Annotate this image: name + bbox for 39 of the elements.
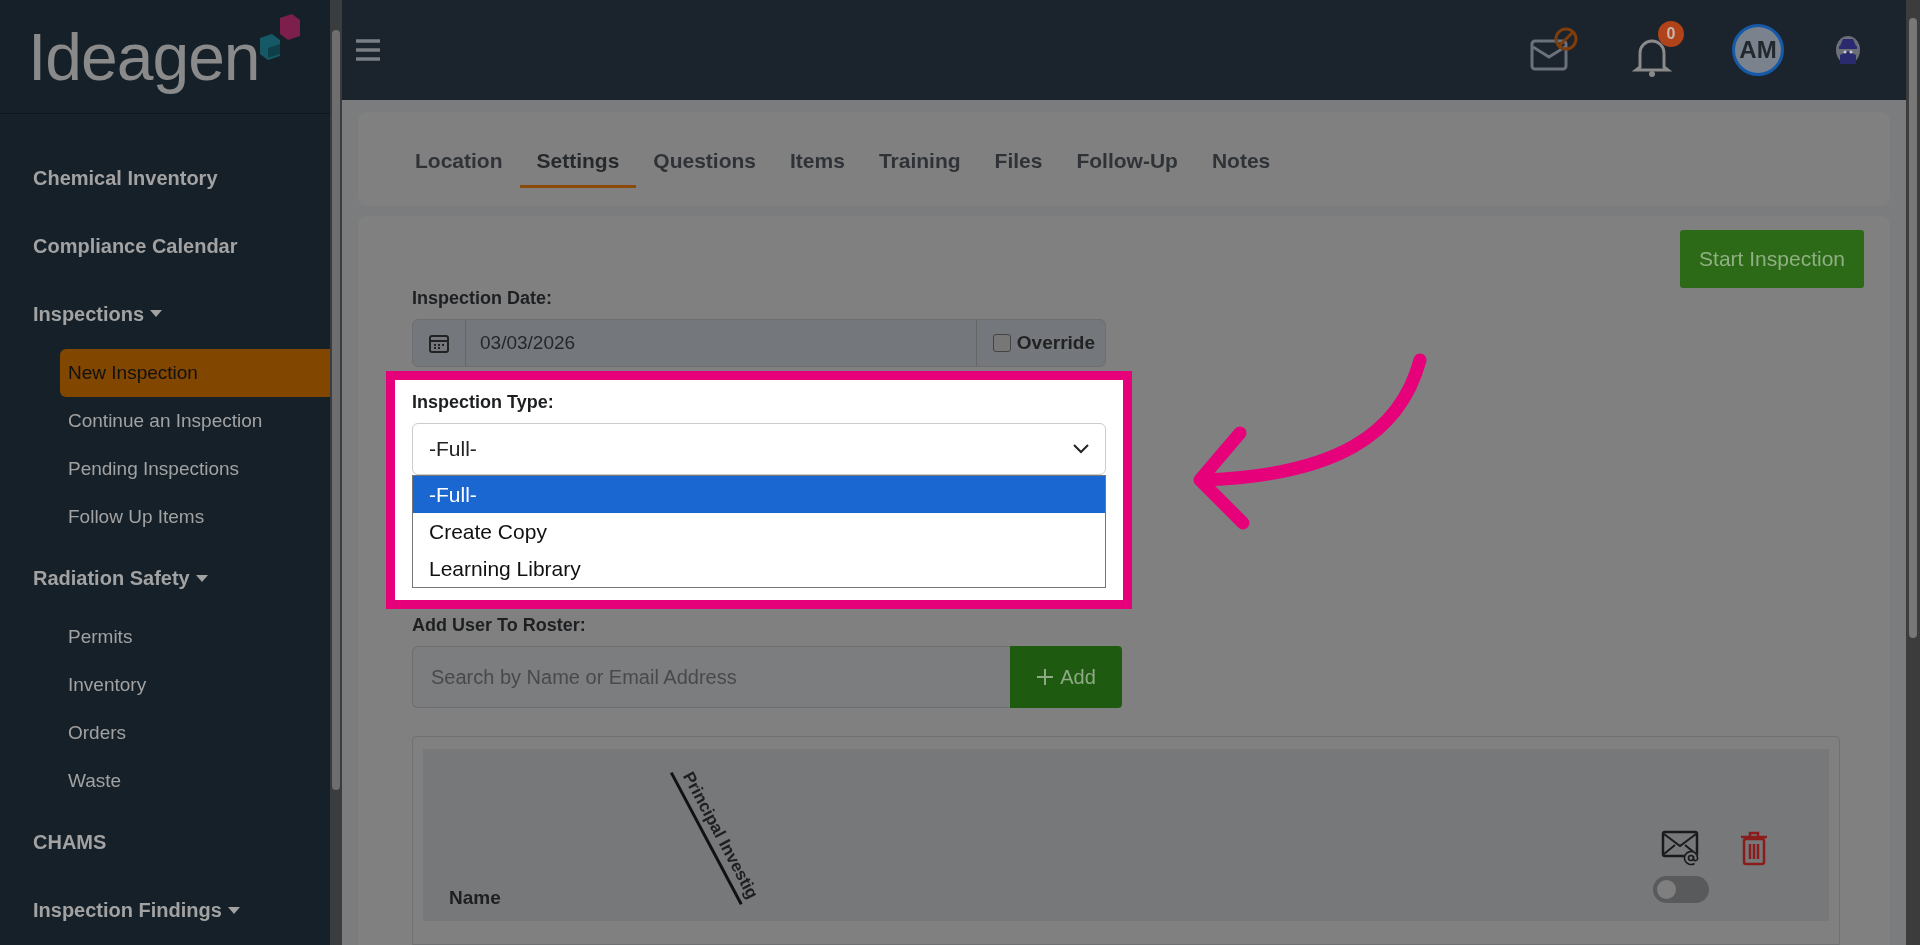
calendar-icon xyxy=(429,333,449,353)
logo-wordmark: Ideagen xyxy=(28,18,260,95)
sidebar-item[interactable]: Permits xyxy=(60,612,330,661)
email-at-icon[interactable] xyxy=(1661,830,1701,866)
tab[interactable]: Settings xyxy=(519,134,637,188)
date-field[interactable]: 03/03/2026 Override xyxy=(412,319,1106,367)
dropdown-option[interactable]: Create Copy xyxy=(413,513,1105,550)
sidebar-section[interactable]: Inspections xyxy=(0,286,330,343)
field-label: Add User To Roster: xyxy=(412,615,587,636)
dropdown-option[interactable]: Learning Library xyxy=(413,550,1105,587)
column-header: Name xyxy=(449,887,502,909)
notification-badge: 0 xyxy=(1658,21,1684,47)
inspection-type-select[interactable]: -Full- xyxy=(412,423,1106,475)
override-label: Override xyxy=(1016,332,1095,354)
user-avatar[interactable]: AM xyxy=(1732,24,1784,76)
sidebar-item[interactable]: Orders xyxy=(60,708,330,757)
scrollbar-thumb[interactable] xyxy=(332,30,340,790)
sidebar-item[interactable]: Pending Inspections xyxy=(60,444,330,493)
field-label: Inspection Type: xyxy=(412,392,555,413)
sidebar-item[interactable]: Waste xyxy=(60,756,330,805)
sidebar-section[interactable]: Inspection Findings xyxy=(0,882,330,940)
chevron-down-icon xyxy=(1073,444,1089,454)
scrollbar-thumb[interactable] xyxy=(1909,18,1917,638)
sidebar-item[interactable]: Follow Up Items xyxy=(60,492,330,541)
sidebar-section[interactable]: CHAMS xyxy=(0,814,330,871)
spy-avatar-icon[interactable] xyxy=(1836,36,1860,64)
sidebar-section[interactable]: Chemical Inventory xyxy=(0,150,330,207)
sidebar-item[interactable]: Inventory xyxy=(60,660,330,709)
sidebar-item[interactable]: Continue an Inspection xyxy=(60,396,330,445)
dropdown-option[interactable]: -Full- xyxy=(413,476,1105,513)
sidebar-section[interactable]: Compliance Calendar xyxy=(0,218,330,275)
trash-icon[interactable] xyxy=(1739,830,1769,866)
override-checkbox[interactable] xyxy=(992,334,1011,352)
sidebar-section[interactable]: Radiation Safety xyxy=(0,550,330,607)
email-toggle[interactable] xyxy=(1653,876,1709,903)
mail-blocked-icon[interactable] xyxy=(1530,27,1580,73)
plus-icon xyxy=(1036,668,1055,686)
menu-icon[interactable] xyxy=(354,38,382,62)
field-label: Inspection Date: xyxy=(412,288,554,309)
